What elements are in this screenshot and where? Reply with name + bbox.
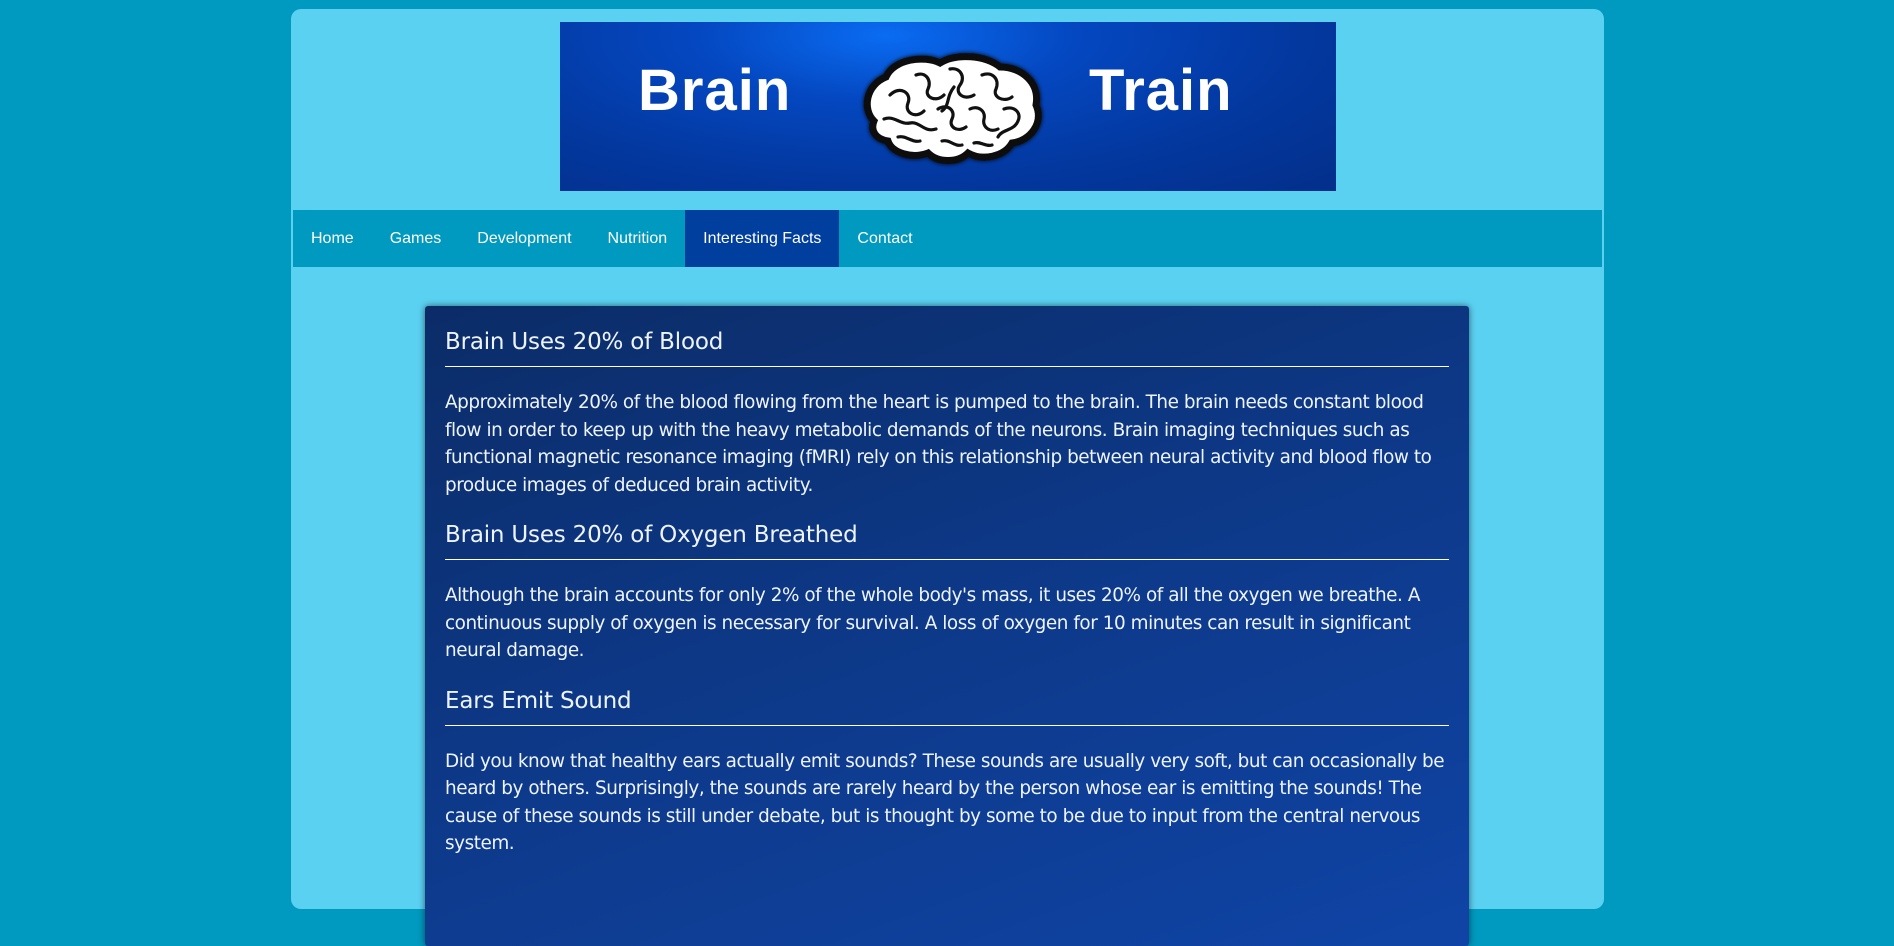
fact-body-blood: Approximately 20% of the blood flowing f…	[445, 392, 1432, 496]
nav-item-games[interactable]: Games	[372, 210, 460, 267]
fact-title-oxygen: Brain Uses 20% of Oxygen Breathed	[445, 499, 1449, 560]
fact-title-ears: Ears Emit Sound	[445, 665, 1449, 726]
nav-item-interesting-facts[interactable]: Interesting Facts	[685, 210, 840, 267]
main-nav: Home Games Development Nutrition Interes…	[293, 210, 1602, 267]
nav-item-home[interactable]: Home	[293, 210, 372, 267]
nav-item-development[interactable]: Development	[459, 210, 589, 267]
fact-body-oxygen: Although the brain accounts for only 2% …	[445, 585, 1420, 661]
brain-icon	[863, 53, 1042, 164]
facts-panel: Brain Uses 20% of Blood Approximately 20…	[425, 306, 1469, 946]
nav-item-contact[interactable]: Contact	[839, 210, 930, 267]
fact-title-blood: Brain Uses 20% of Blood	[445, 306, 1449, 367]
header-banner[interactable]: Brain Train	[560, 22, 1336, 191]
page-container: Brain Train Home Games Development Nutri…	[291, 9, 1604, 946]
fact-body-ears: Did you know that healthy ears actually …	[445, 750, 1445, 855]
nav-item-nutrition[interactable]: Nutrition	[590, 210, 686, 267]
banner-word-train: Train	[1089, 58, 1233, 123]
banner-word-brain: Brain	[638, 58, 792, 123]
